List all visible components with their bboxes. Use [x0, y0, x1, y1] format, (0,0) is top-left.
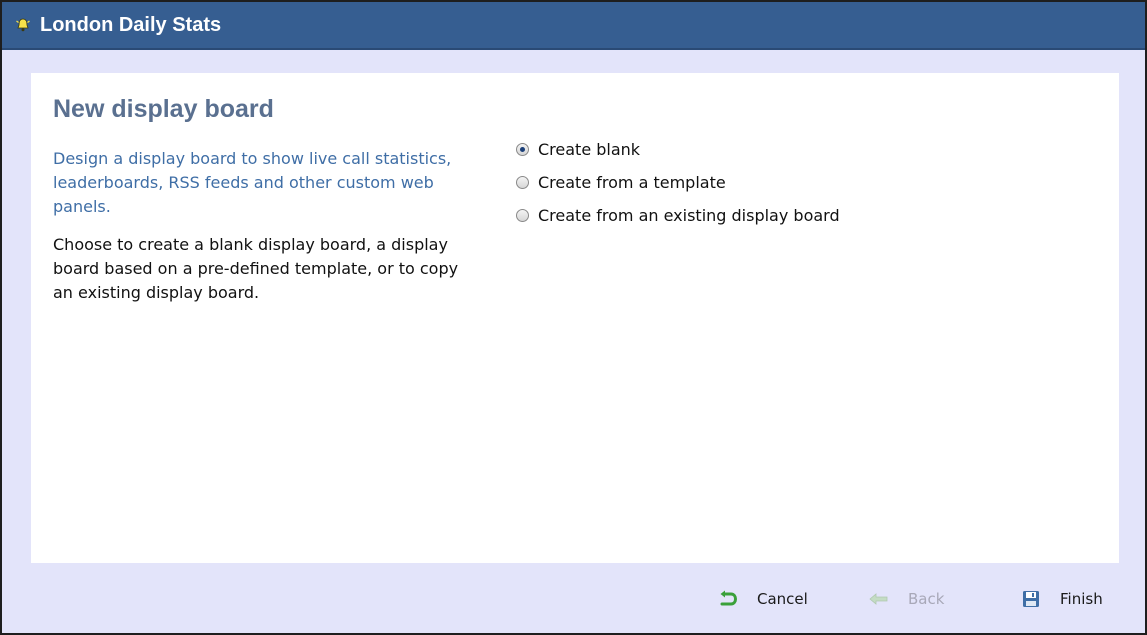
wizard-footer: Cancel Back Finish	[2, 566, 1145, 633]
radio-create-from-template[interactable]	[516, 176, 529, 189]
radio-create-blank[interactable]	[516, 143, 529, 156]
window-title: London Daily Stats	[40, 13, 222, 36]
create-options-group: Create blank Create from a template Crea…	[516, 133, 840, 232]
save-disk-icon	[1020, 588, 1042, 610]
cancel-button[interactable]: Cancel	[717, 582, 808, 616]
intro-text: Design a display board to show live call…	[53, 149, 452, 216]
option-label: Create from an existing display board	[538, 206, 840, 225]
bell-icon	[14, 16, 32, 34]
option-create-from-template[interactable]: Create from a template	[516, 166, 840, 199]
finish-button[interactable]: Finish	[1020, 582, 1103, 616]
undo-arrow-icon	[717, 588, 739, 610]
option-create-from-existing[interactable]: Create from an existing display board	[516, 199, 840, 232]
finish-label: Finish	[1060, 590, 1103, 608]
title-bar: London Daily Stats	[2, 2, 1145, 50]
back-arrow-icon	[868, 588, 890, 610]
option-create-blank[interactable]: Create blank	[516, 133, 840, 166]
option-label: Create blank	[538, 140, 641, 159]
wizard-window: London Daily Stats New display board Des…	[0, 0, 1147, 635]
description-text: Choose to create a blank display board, …	[53, 235, 459, 302]
content-panel: New display board Design a display board…	[31, 73, 1119, 563]
option-label: Create from a template	[538, 173, 726, 192]
page-title: New display board	[53, 95, 274, 123]
cancel-label: Cancel	[757, 590, 808, 608]
back-label: Back	[908, 590, 945, 608]
radio-create-from-existing[interactable]	[516, 209, 529, 222]
back-button[interactable]: Back	[868, 582, 944, 616]
